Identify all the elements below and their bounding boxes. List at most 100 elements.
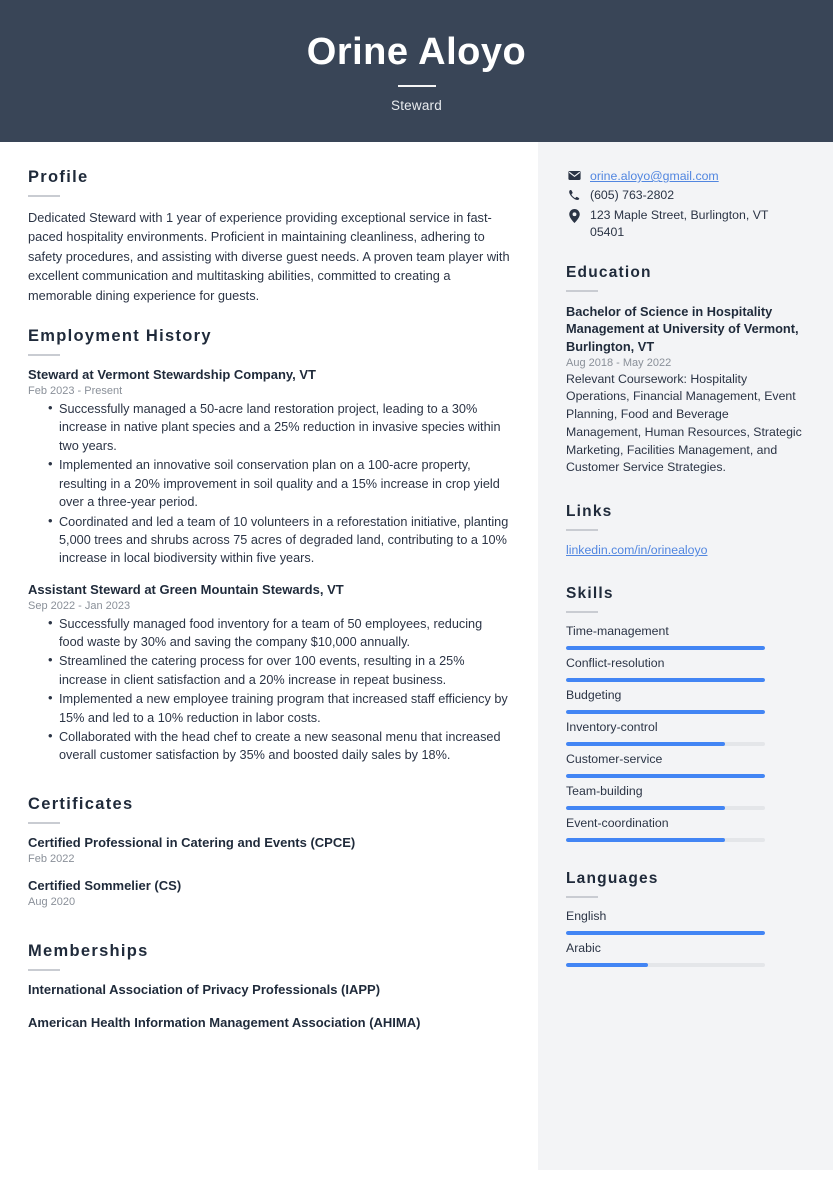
job-bullet-list: Successfully managed a 50-acre land rest… xyxy=(28,399,510,568)
education-degree: Bachelor of Science in Hospitality Manag… xyxy=(566,303,799,355)
main-column: Profile Dedicated Steward with 1 year of… xyxy=(0,142,538,1178)
contact-address: 123 Maple Street, Burlington, VT 05401 xyxy=(566,207,805,242)
header-divider xyxy=(397,85,436,88)
education-heading: Education xyxy=(566,263,652,281)
link-row: linkedin.com/in/orinealoyo xyxy=(566,542,805,559)
skill-bar-track xyxy=(566,646,765,651)
skill-bar-fill xyxy=(566,742,726,747)
section-rule xyxy=(566,896,598,899)
skill-bar-track xyxy=(566,710,765,715)
section-rule xyxy=(28,354,60,357)
skill-item: Budgeting xyxy=(566,688,805,715)
membership-entry: International Association of Privacy Pro… xyxy=(28,982,510,999)
skill-label: Budgeting xyxy=(566,688,622,703)
membership-entry: American Health Information Management A… xyxy=(28,1015,510,1032)
profile-heading: Profile xyxy=(28,168,89,186)
skill-bar-track xyxy=(566,678,765,683)
skill-bar-fill xyxy=(566,710,765,715)
section-certificates: Certificates Certified Professional in C… xyxy=(28,795,510,908)
memberships-heading: Memberships xyxy=(28,941,149,960)
certificate-date: Feb 2022 xyxy=(28,852,75,865)
certificate-entry: Certified Professional in Catering and E… xyxy=(28,835,510,865)
skill-label: Customer-service xyxy=(566,752,663,767)
profile-text: Dedicated Steward with 1 year of experie… xyxy=(28,210,510,303)
skill-label: Time-management xyxy=(566,624,669,639)
skill-bar-fill xyxy=(566,774,765,779)
skill-item: Customer-service xyxy=(566,752,805,779)
contact-list: orine.aloyo@gmail.com (605) 763-2802 123… xyxy=(566,168,805,242)
certificates-heading: Certificates xyxy=(28,794,134,813)
language-bar-fill xyxy=(566,931,765,936)
section-employment-history: Employment History Steward at Vermont St… xyxy=(28,327,510,765)
skill-bar-fill xyxy=(566,646,765,651)
phone-icon xyxy=(566,187,582,202)
section-rule xyxy=(28,195,60,197)
job-bullet: Successfully managed food inventory for … xyxy=(48,614,510,652)
candidate-name: Orine Aloyo xyxy=(306,30,527,73)
languages-heading: Languages xyxy=(566,870,659,888)
certificate-title: Certified Sommelier (CS) xyxy=(28,877,182,893)
language-bar-track xyxy=(566,931,765,936)
skill-item: Time-management xyxy=(566,624,805,651)
section-rule xyxy=(566,611,598,614)
section-links: Links linkedin.com/in/orinealoyo xyxy=(566,503,805,559)
language-bar-fill xyxy=(566,963,648,968)
job-bullet: Implemented an innovative soil conservat… xyxy=(48,455,510,511)
language-bar-track xyxy=(566,963,765,968)
skill-item: Conflict-resolution xyxy=(566,656,805,683)
linkedin-link[interactable]: linkedin.com/in/orinealoyo xyxy=(566,543,708,557)
sidebar-column: orine.aloyo@gmail.com (605) 763-2802 123… xyxy=(538,142,833,1170)
skill-label: Team-building xyxy=(566,784,643,799)
certificate-date: Aug 2020 xyxy=(28,895,76,908)
contact-phone: (605) 763-2802 xyxy=(566,187,805,204)
job-title: Assistant Steward at Green Mountain Stew… xyxy=(28,581,344,597)
job-bullet: Streamlined the catering process for ove… xyxy=(48,651,510,689)
membership-title: International Association of Privacy Pro… xyxy=(28,981,381,997)
skill-item: Team-building xyxy=(566,784,805,811)
resume-document: Orine Aloyo Steward Profile Dedicated St… xyxy=(0,0,833,1178)
contact-address-text: 123 Maple Street, Burlington, VT 05401 xyxy=(590,207,769,240)
job-title: Steward at Vermont Stewardship Company, … xyxy=(28,367,316,383)
location-pin-icon xyxy=(566,207,582,223)
skill-bar-track xyxy=(566,742,765,747)
section-rule xyxy=(28,968,60,971)
skill-bar-track xyxy=(566,806,765,811)
skill-label: Conflict-resolution xyxy=(566,656,665,671)
section-rule xyxy=(28,821,60,824)
section-memberships: Memberships International Association of… xyxy=(28,942,510,1032)
job-dates: Feb 2023 - Present xyxy=(28,385,123,398)
certificate-title: Certified Professional in Catering and E… xyxy=(28,834,356,850)
links-heading: Links xyxy=(566,503,613,520)
skill-bar-fill xyxy=(566,806,726,811)
section-education: Education Bachelor of Science in Hospita… xyxy=(566,264,805,477)
contact-phone-text: (605) 763-2802 xyxy=(590,188,675,203)
job-entry: Steward at Vermont Stewardship Company, … xyxy=(28,367,510,568)
candidate-job-title: Steward xyxy=(391,98,442,114)
section-rule xyxy=(566,529,598,531)
skill-bar-track xyxy=(566,774,765,779)
membership-title: American Health Information Management A… xyxy=(28,1014,421,1030)
language-label: English xyxy=(566,909,607,924)
education-description: Relevant Coursework: Hospitality Operati… xyxy=(566,371,802,475)
skill-item: Event-coordination xyxy=(566,816,805,843)
section-profile: Profile Dedicated Steward with 1 year of… xyxy=(28,168,510,305)
skill-bar-fill xyxy=(566,838,726,843)
certificate-entry: Certified Sommelier (CS) Aug 2020 xyxy=(28,878,510,908)
job-bullet: Successfully managed a 50-acre land rest… xyxy=(48,399,510,455)
section-languages: Languages English Arabic xyxy=(566,870,805,968)
section-skills: Skills Time-management Conflict-resoluti… xyxy=(566,585,805,843)
skill-item: Inventory-control xyxy=(566,720,805,747)
skill-bar-fill xyxy=(566,678,765,683)
contact-email: orine.aloyo@gmail.com xyxy=(566,168,805,185)
section-rule xyxy=(566,289,598,292)
employment-heading: Employment History xyxy=(28,327,212,346)
education-dates: Aug 2018 - May 2022 xyxy=(566,356,672,369)
job-bullet: Coordinated and led a team of 10 volunte… xyxy=(48,512,510,568)
resume-header: Orine Aloyo Steward xyxy=(0,0,833,142)
skills-heading: Skills xyxy=(566,585,614,603)
job-entry: Assistant Steward at Green Mountain Stew… xyxy=(28,582,510,765)
job-dates: Sep 2022 - Jan 2023 xyxy=(28,599,131,612)
skill-label: Event-coordination xyxy=(566,816,669,831)
language-item: Arabic xyxy=(566,941,805,968)
contact-email-link[interactable]: orine.aloyo@gmail.com xyxy=(590,168,719,185)
